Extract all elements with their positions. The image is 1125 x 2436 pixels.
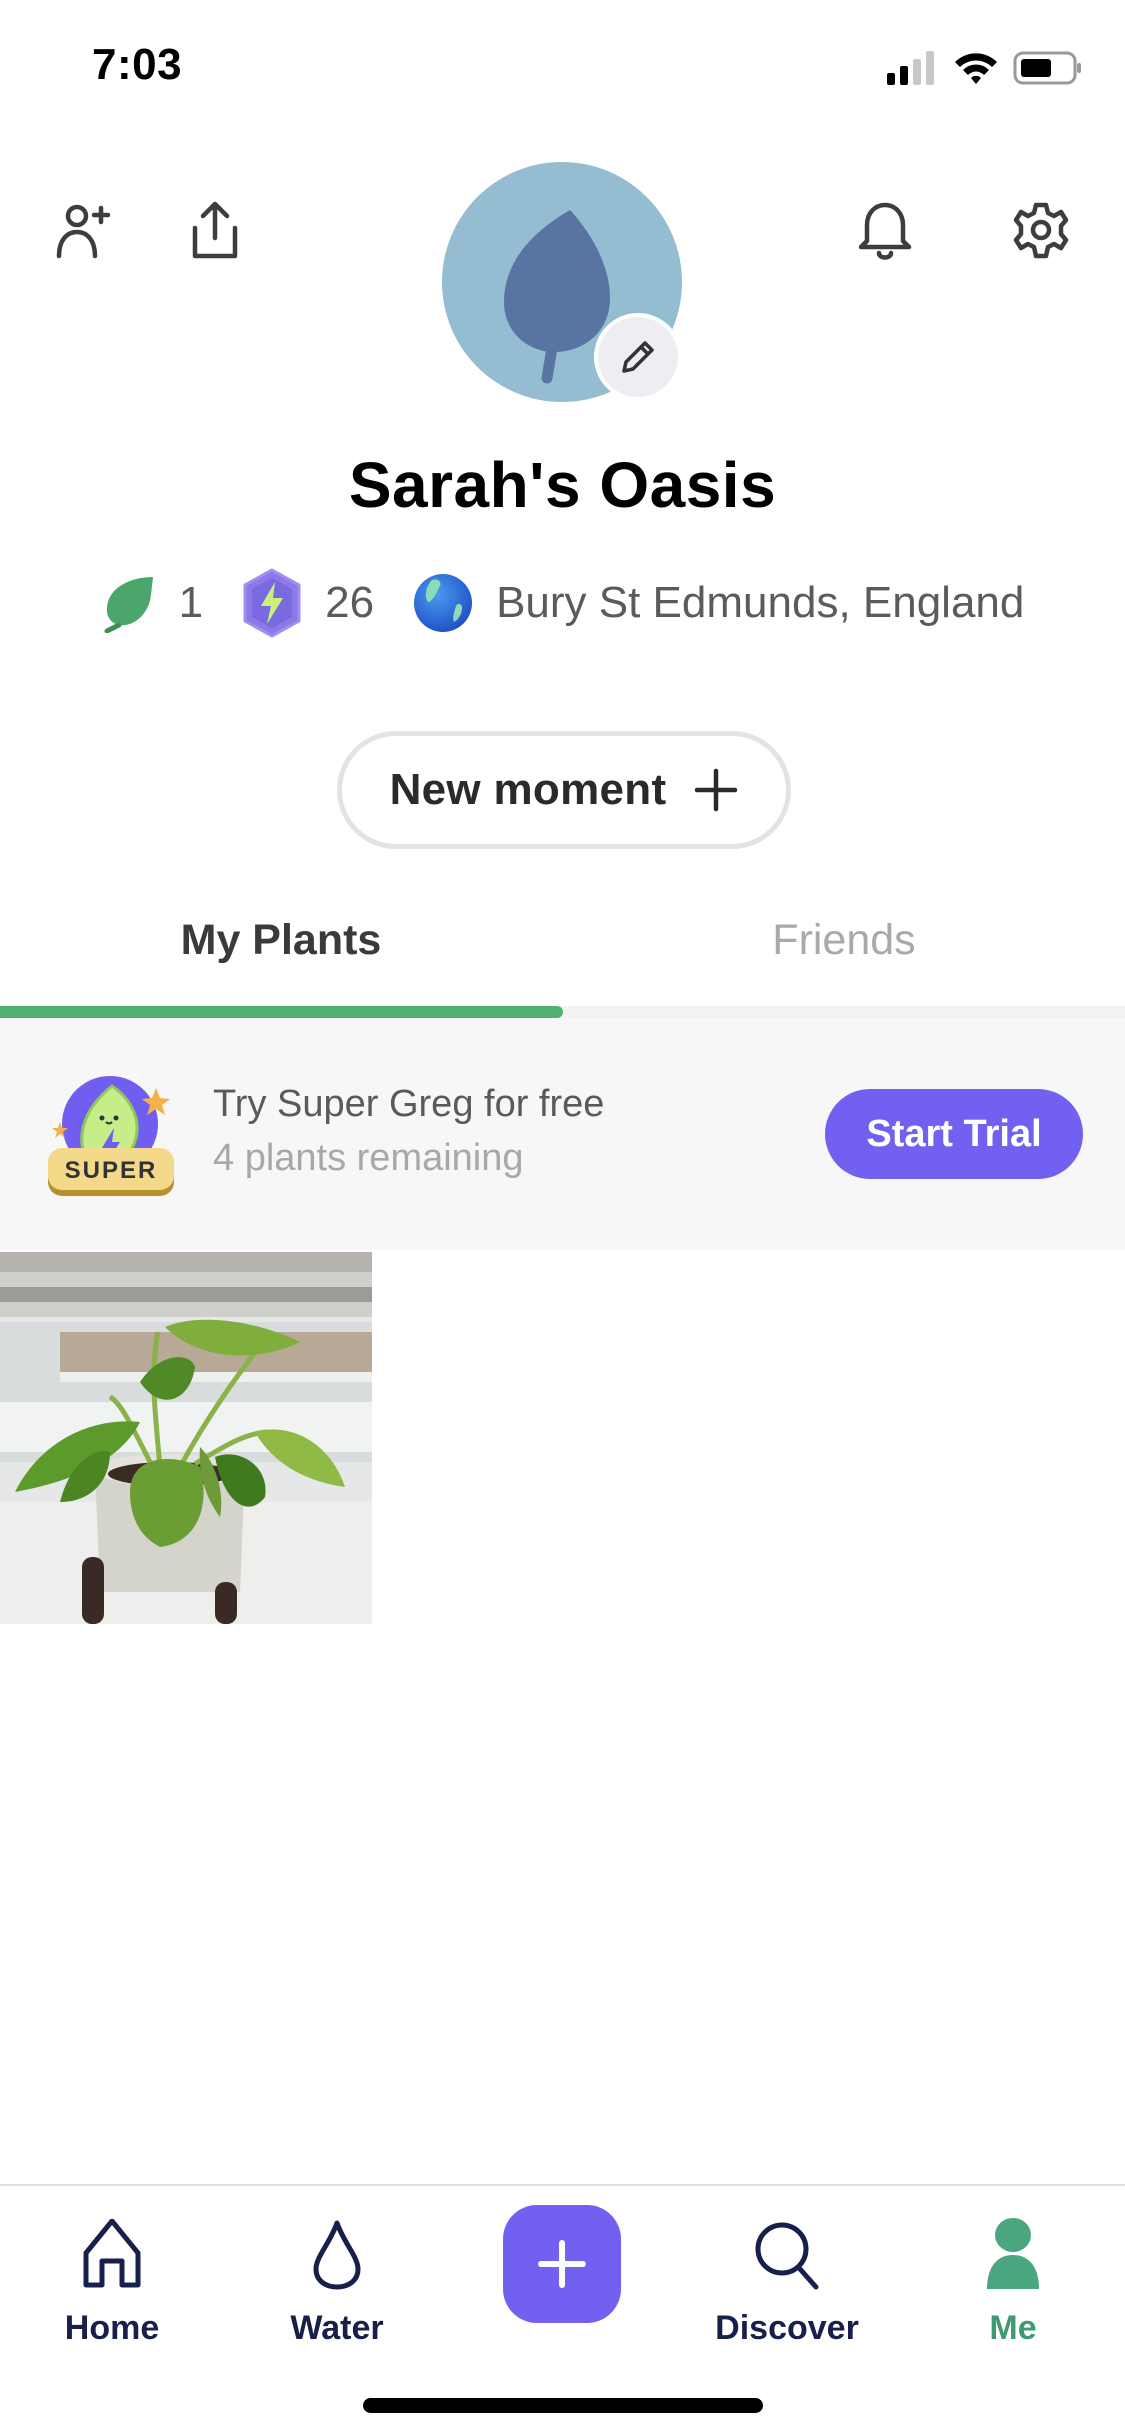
- tab-my-plants[interactable]: My Plants: [0, 900, 562, 980]
- active-tab-indicator: [0, 1006, 563, 1018]
- new-moment-label: New moment: [389, 765, 667, 814]
- points-count: 26: [325, 578, 375, 627]
- nav-add-button[interactable]: [503, 2205, 621, 2323]
- nav-discover[interactable]: Discover: [687, 2208, 887, 2348]
- nav-home[interactable]: Home: [12, 2208, 212, 2348]
- share-icon: [192, 201, 238, 259]
- plus-icon: [538, 2240, 586, 2288]
- person-plus-icon: [56, 204, 111, 259]
- leaf-icon: [104, 577, 153, 633]
- location-stat: Bury St Edmunds, England: [412, 572, 1024, 634]
- person-icon: [987, 2218, 1039, 2289]
- status-time: 7:03: [92, 40, 183, 89]
- plants-count-stat: 1: [101, 573, 203, 633]
- nav-discover-label: Discover: [715, 2309, 859, 2347]
- profile-name: Sarah's Oasis: [348, 449, 777, 521]
- lightning-gem-icon: [243, 568, 301, 638]
- share-button[interactable]: [177, 192, 253, 268]
- new-moment-button[interactable]: New moment: [337, 731, 791, 849]
- nav-me[interactable]: Me: [913, 2208, 1113, 2348]
- edit-avatar-button[interactable]: [594, 313, 682, 401]
- wifi-icon: [955, 53, 997, 84]
- notifications-button[interactable]: [847, 192, 923, 268]
- bell-icon: [858, 202, 912, 260]
- search-icon: [755, 2222, 819, 2290]
- plants-count: 1: [178, 578, 204, 627]
- gear-icon: [1013, 202, 1069, 259]
- plus-icon: [695, 768, 738, 812]
- stats-row: 1 26 Bury St Edmunds, England: [0, 565, 1125, 641]
- location-text: Bury St Edmunds, England: [496, 578, 1025, 627]
- nav-water-label: Water: [290, 2309, 384, 2347]
- start-trial-button[interactable]: Start Trial: [825, 1089, 1083, 1179]
- water-drop-icon: [313, 2220, 361, 2290]
- banner-subtitle: 4 plants remaining: [213, 1137, 524, 1179]
- battery-icon: [1013, 51, 1081, 85]
- status-icons: [887, 50, 1083, 86]
- cellular-signal-icon: [887, 51, 934, 85]
- super-badge-icon: SUPER: [48, 1076, 174, 1196]
- home-icon: [83, 2219, 141, 2288]
- points-stat: 26: [241, 568, 374, 638]
- banner-title: Try Super Greg for free: [213, 1083, 605, 1125]
- super-badge-text: SUPER: [65, 1157, 158, 1184]
- globe-icon: [414, 574, 473, 632]
- nav-me-label: Me: [989, 2309, 1037, 2347]
- nav-water[interactable]: Water: [237, 2208, 437, 2348]
- plant-photo: [0, 1252, 372, 1624]
- plant-photo-card[interactable]: [0, 1252, 372, 1624]
- home-indicator: [363, 2398, 763, 2413]
- pencil-icon: [622, 341, 654, 373]
- nav-home-label: Home: [64, 2309, 160, 2347]
- settings-button[interactable]: [1003, 192, 1079, 268]
- tab-friends[interactable]: Friends: [563, 900, 1125, 980]
- add-friend-button[interactable]: [47, 192, 123, 268]
